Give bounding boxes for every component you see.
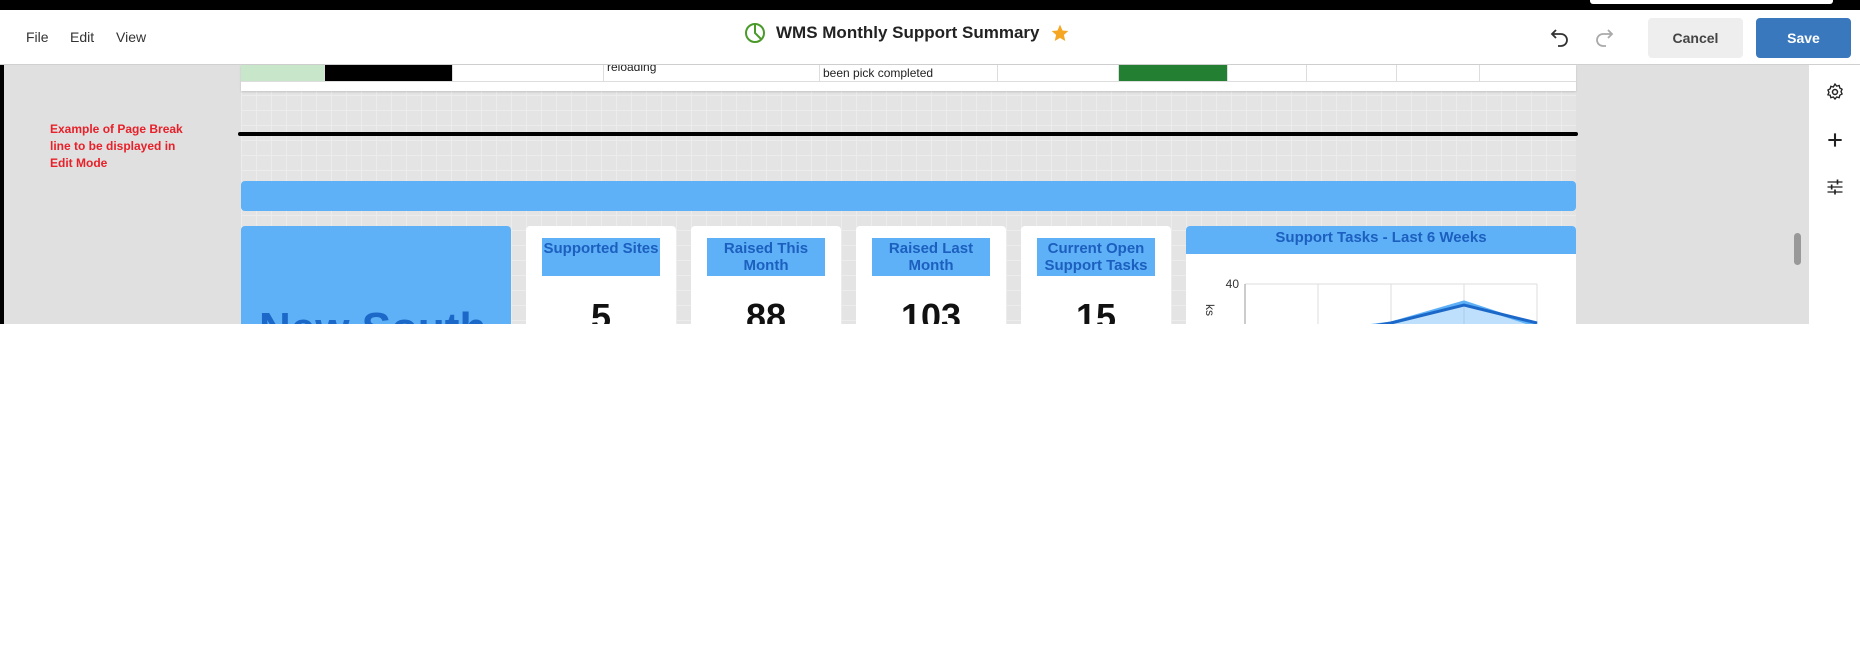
kpi-raised-last-month: Raised Last Month 103 — [856, 226, 1006, 324]
gear-icon[interactable] — [1825, 82, 1845, 102]
save-button[interactable]: Save — [1756, 18, 1851, 58]
kpi-label: Raised Last Month — [872, 238, 990, 276]
table-cell — [1480, 65, 1576, 82]
table-cell — [1119, 65, 1228, 82]
y-tick-label: 40 — [1226, 277, 1240, 291]
page-break-note: Example of Page Break line to be display… — [50, 122, 183, 170]
sliders-icon[interactable] — [1825, 177, 1845, 197]
region-card: New South — [241, 226, 511, 324]
data-point — [1536, 322, 1538, 324]
table-cell: reloading — [604, 65, 820, 82]
kpi-label: Raised This Month — [707, 238, 825, 276]
kpi-value: 15 — [1075, 296, 1117, 324]
kpi-value: 103 — [900, 296, 962, 324]
kpi-value: 5 — [590, 296, 612, 324]
top-black-bar — [0, 0, 1860, 10]
page-break-line — [238, 132, 1578, 136]
page-title: WMS Monthly Support Summary — [776, 23, 1040, 42]
menu-file[interactable]: File — [26, 29, 49, 45]
header: File Edit View WMS Monthly Support Summa… — [0, 10, 1860, 65]
table-cell — [325, 65, 453, 82]
star-icon[interactable] — [1050, 23, 1070, 43]
kpi-label: Supported Sites — [542, 238, 660, 276]
kpi-value: 88 — [745, 296, 787, 324]
redo-icon[interactable] — [1592, 25, 1616, 49]
undo-icon[interactable] — [1548, 25, 1572, 49]
data-point — [1390, 322, 1392, 324]
kpi-open-tasks: Current Open Support Tasks 15 — [1021, 226, 1171, 324]
pie-chart-icon — [745, 23, 765, 43]
right-panel — [1809, 65, 1860, 324]
table-card: reloading been pick completed — [241, 65, 1576, 91]
table-cell — [453, 65, 604, 82]
chart-card: Support Tasks - Last 6 Weeks 40 ks — [1186, 226, 1576, 324]
y-axis-label: ks — [1203, 304, 1217, 316]
cancel-button[interactable]: Cancel — [1648, 18, 1743, 58]
kpi-raised-this-month: Raised This Month 88 — [691, 226, 841, 324]
data-point — [1463, 301, 1465, 303]
table-cell — [998, 65, 1119, 82]
section-header-bar — [241, 181, 1576, 211]
menu-edit[interactable]: Edit — [70, 29, 94, 45]
left-border — [0, 65, 4, 324]
chart-title: Support Tasks - Last 6 Weeks — [1186, 226, 1576, 254]
region-name: New South — [259, 304, 486, 324]
table-cell — [1397, 65, 1480, 82]
data-point — [1463, 304, 1465, 306]
table-cell: been pick completed — [820, 65, 998, 82]
kpi-label: Current Open Support Tasks — [1037, 238, 1155, 276]
top-input[interactable] — [1590, 0, 1833, 4]
scrollbar[interactable] — [1794, 233, 1801, 265]
menu-view[interactable]: View — [116, 29, 146, 45]
title-area: WMS Monthly Support Summary — [744, 22, 1070, 44]
kpi-supported-sites: Supported Sites 5 — [526, 226, 676, 324]
support-tasks-chart: 40 ks — [1203, 277, 1538, 324]
plus-icon[interactable] — [1825, 130, 1845, 150]
table-cell — [241, 65, 325, 82]
table-cell — [1307, 65, 1397, 82]
table-cell — [1228, 65, 1307, 82]
